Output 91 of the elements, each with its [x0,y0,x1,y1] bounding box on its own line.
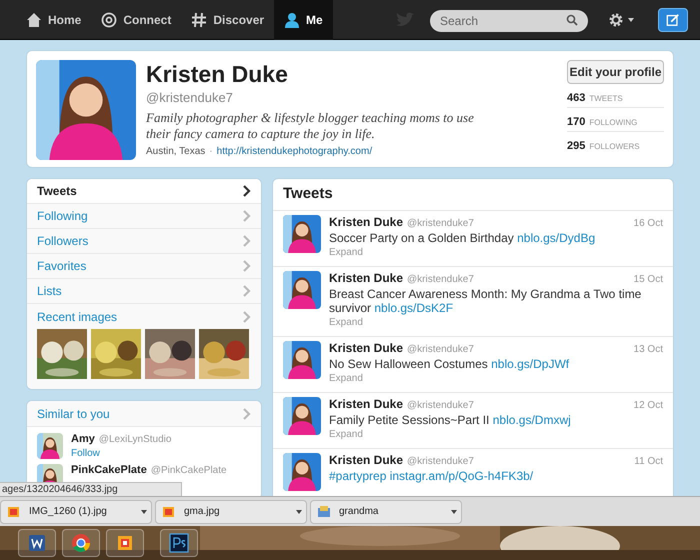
search-icon [566,14,578,26]
nav-tab[interactable]: Me [274,0,333,40]
sidebar-item[interactable]: Followers [27,229,261,254]
person-icon [284,12,300,28]
caret-icon [451,510,457,514]
nav-tab[interactable]: Connect [91,0,182,40]
tweet-author: Kristen Duke [329,341,404,356]
download-item[interactable]: IMG_1260 (1).jpg [0,500,152,524]
expand-link[interactable]: Expand [329,245,663,260]
home-icon [26,12,42,28]
stat-link[interactable]: 295 FOLLOWERS [567,132,664,156]
tweet-author: Kristen Duke [329,271,404,286]
tweet-link[interactable]: nblo.gs/DpJWf [491,357,570,371]
tweet-text: Soccer Party on a Golden Birthday nblo.gs/DydBg [329,231,596,245]
tweet-author: Kristen Duke [329,397,404,412]
taskbar-button[interactable] [18,529,56,557]
stat-link[interactable]: 170 FOLLOWING [567,108,664,132]
caret-icon [141,510,147,514]
photo-viewer-icon [115,533,135,553]
tweet-handle: @kristenduke7 [407,455,474,469]
document-w-icon [27,533,47,553]
website-link[interactable]: http://kristendukephotography.com/ [216,144,372,158]
tweet-date: 16 Oct [634,217,663,231]
sidebar-item[interactable]: Lists [27,279,261,304]
download-item[interactable]: grandma [310,500,462,524]
follow-link[interactable]: Follow [71,448,172,460]
chevron-icon [243,260,251,272]
nav-tab[interactable]: Discover [181,0,274,40]
tweet-link[interactable]: nblo.gs/DydBg [517,231,596,245]
tweet-date: 11 Oct [634,455,663,469]
profile-name: Kristen Duke [146,60,289,88]
tweet-handle: @kristenduke7 [407,217,474,231]
stat-link[interactable]: 463 TWEETS [567,84,664,108]
chevron-icon [243,408,251,420]
chevron-icon [243,310,251,322]
user-handle: @LexiLynStudio [98,434,172,446]
location-text: Austin, Texas [146,144,206,158]
nav-tab[interactable]: Home [16,0,92,40]
similar-header[interactable]: Similar to you [27,401,261,427]
tweet-handle: @kristenduke7 [407,273,474,287]
tweet-date: 13 Oct [634,343,663,357]
edit-profile-button[interactable]: Edit your profile [567,60,664,84]
tweet-author: Kristen Duke [329,215,404,230]
settings-icon [608,12,624,28]
chevron-icon [243,235,251,247]
tweet-text: No Sew Halloween Costumes nblo.gs/DpJWf [329,357,570,371]
sidebar-item[interactable]: Favorites [27,254,261,279]
caret-icon [296,510,302,514]
sidebar-item[interactable]: Following [27,204,261,229]
taskbar-button[interactable] [106,529,144,557]
tweet-date: 15 Oct [634,273,663,287]
image-file-icon [7,504,21,518]
tweet-link[interactable]: instagr.am/p/QoG-h4FK3b/ [390,469,534,483]
sidebar-item[interactable]: Tweets [27,179,261,204]
chevron-icon [243,210,251,222]
user-name: PinkCakePlate [71,464,147,476]
expand-link[interactable]: Expand [329,315,663,330]
folder-icon [317,504,331,518]
separator-dot: · [209,144,213,158]
tweet-text: Breast Cancer Awareness Month: My Grandma a Two time survivor nblo.gs/DsK2F [329,287,642,315]
expand-link[interactable]: Expand [329,371,663,386]
hash-icon [191,12,208,28]
tweet-link[interactable]: nblo.gs/Dmxwj [492,413,571,427]
timeline-title: Tweets [273,179,673,211]
tweet-author: Kristen Duke [329,453,404,468]
chevron-icon [243,285,251,297]
search-field[interactable]: Search [430,10,588,32]
status-tooltip: ages/1320204646/333.jpg [0,482,182,496]
profile-handle: @kristenduke7 [146,89,234,107]
chevron-icon [243,185,251,197]
profile-bio: Family photographer & lifestyle blogger teaching moms to use their fancy camera to capture the joy in life. [146,110,475,142]
taskbar-button[interactable] [62,529,100,557]
sidebar-item[interactable]: Recent images [27,304,261,329]
expand-link[interactable]: Expand [329,427,663,442]
tweet-link[interactable]: nblo.gs/DsK2F [374,301,454,315]
tweet-text: Family Petite Sessions~Part II nblo.gs/Dmxwj [329,413,572,427]
tweet-handle: @kristenduke7 [407,399,474,413]
taskbar-button[interactable] [160,529,198,557]
photoshop-icon [169,533,189,553]
browser-icon [71,533,91,553]
compose-button[interactable] [658,8,688,32]
compose-icon [666,12,680,26]
download-item[interactable]: gma.jpg [155,500,307,524]
at-sign-icon [101,12,118,28]
tweet-date: 12 Oct [634,399,663,413]
tweet-handle: @kristenduke7 [407,343,474,357]
image-file-icon [162,504,176,518]
user-handle: @PinkCakePlate [150,465,227,477]
caret-icon [628,18,634,22]
user-name: Amy [71,433,95,445]
tweet-link[interactable]: #partyprep [329,469,386,483]
